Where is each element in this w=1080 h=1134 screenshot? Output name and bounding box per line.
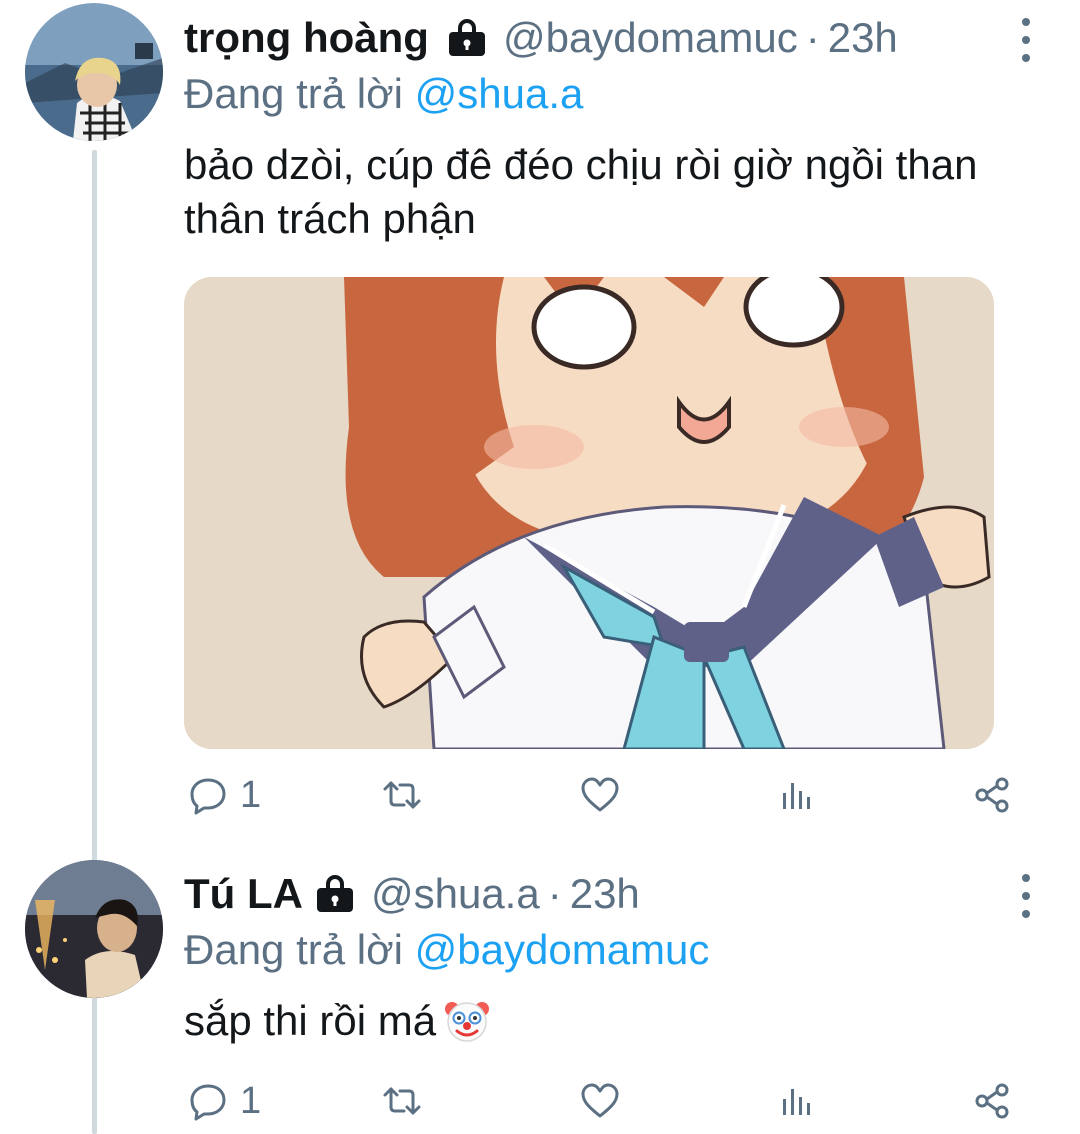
more-icon[interactable] <box>1020 874 1032 918</box>
views-button[interactable] <box>776 770 816 820</box>
timestamp[interactable]: 23h <box>828 14 898 62</box>
tweet-text-container: sắp thi rồi má <box>184 994 1024 1048</box>
share-button[interactable] <box>972 1076 1012 1126</box>
share-icon <box>975 1083 1009 1119</box>
avatar[interactable] <box>25 3 163 141</box>
reply-count: 1 <box>240 1079 262 1122</box>
like-icon <box>581 777 619 812</box>
reply-prefix: Đang trả lời <box>184 926 403 973</box>
share-icon <box>975 777 1009 813</box>
tweet-image[interactable] <box>184 277 994 749</box>
display-name[interactable]: Tú LA <box>184 870 303 918</box>
reply-icon <box>190 1084 226 1121</box>
views-button[interactable] <box>776 1076 816 1126</box>
timestamp[interactable]: 23h <box>570 870 640 918</box>
retweet-icon <box>383 781 421 809</box>
share-button[interactable] <box>972 770 1012 820</box>
tweet-actions: 1 <box>184 1076 1034 1126</box>
views-icon <box>783 1089 810 1115</box>
avatar[interactable] <box>25 860 163 998</box>
tweet[interactable]: Tú LA @shua.a · 23h Đang trả lời @baydom… <box>0 840 1080 1134</box>
retweet-button[interactable] <box>382 770 422 820</box>
reply-mention-link[interactable]: @shua.a <box>415 70 584 117</box>
reply-prefix: Đang trả lời <box>184 70 403 117</box>
user-handle[interactable]: @baydomamuc <box>503 14 798 62</box>
tweet-text: sắp thi rồi má <box>184 997 437 1044</box>
reply-icon <box>190 778 226 815</box>
tweet-text: bảo dzòi, cúp đê đéo chịu ròi giờ ngồi t… <box>184 141 978 242</box>
reply-button[interactable]: 1 <box>188 1076 261 1126</box>
like-button[interactable] <box>580 770 620 820</box>
lock-icon <box>445 16 489 60</box>
reply-button[interactable]: 1 <box>188 770 261 820</box>
retweet-button[interactable] <box>382 1076 422 1126</box>
tweet[interactable]: trọng hoàng @baydomamuc · 23h Đang trả l… <box>0 0 1080 840</box>
tweet-header: trọng hoàng @baydomamuc · 23h <box>184 10 898 66</box>
tweet-actions: 1 <box>184 770 1034 820</box>
reply-count: 1 <box>240 773 262 816</box>
reply-mention-link[interactable]: @baydomamuc <box>415 926 710 973</box>
separator: · <box>547 870 562 917</box>
more-icon[interactable] <box>1020 18 1032 62</box>
like-icon <box>581 1083 619 1118</box>
user-handle[interactable]: @shua.a <box>371 870 540 918</box>
display-name[interactable]: trọng hoàng <box>184 14 429 62</box>
replying-to: Đang trả lời @shua.a <box>184 70 583 118</box>
separator: · <box>805 14 820 61</box>
clown-face-emoji <box>444 997 490 1043</box>
lock-icon <box>313 872 357 916</box>
views-icon <box>783 783 810 809</box>
retweet-icon <box>383 1087 421 1115</box>
like-button[interactable] <box>580 1076 620 1126</box>
replying-to: Đang trả lời @baydomamuc <box>184 926 709 974</box>
tweet-header: Tú LA @shua.a · 23h <box>184 866 640 922</box>
